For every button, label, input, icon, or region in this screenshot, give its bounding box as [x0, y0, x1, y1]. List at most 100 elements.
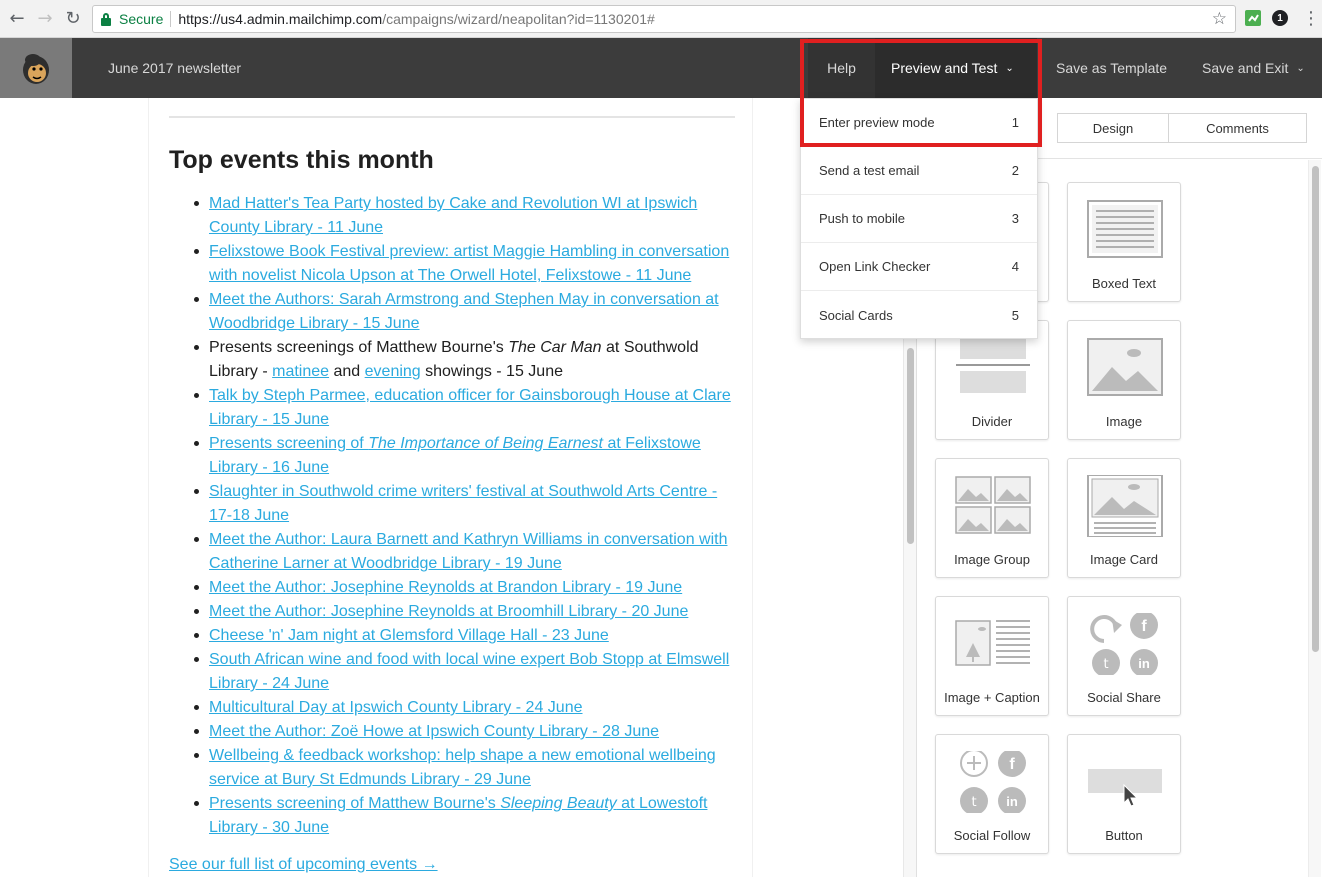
- event-link[interactable]: Meet the Author: Josephine Reynolds at B…: [209, 579, 682, 596]
- event-list-item: Slaughter in Southwold crime writers' fe…: [169, 480, 739, 528]
- event-list-item: Meet the Author: Josephine Reynolds at B…: [169, 600, 739, 624]
- tab-design[interactable]: Design: [1057, 113, 1169, 143]
- menu-item-social-cards[interactable]: Social Cards 5: [801, 291, 1037, 339]
- content-block-button[interactable]: Button: [1067, 734, 1181, 854]
- content-block-image-card[interactable]: Image Card: [1067, 458, 1181, 578]
- event-list-item: Mad Hatter's Tea Party hosted by Cake an…: [169, 192, 739, 240]
- event-link[interactable]: Cheese 'n' Jam night at Glemsford Villag…: [209, 627, 609, 644]
- svg-text:t: t: [971, 795, 976, 810]
- event-link[interactable]: Multicultural Day at Ipswich County Libr…: [209, 699, 583, 716]
- canvas-scroll-thumb[interactable]: [907, 348, 914, 544]
- svg-text:in: in: [1138, 656, 1150, 671]
- menu-item-label: Open Link Checker: [819, 259, 931, 274]
- lock-icon: [100, 12, 112, 26]
- menu-item-send-test-email[interactable]: Send a test email 2: [801, 147, 1037, 195]
- event-link[interactable]: matinee: [272, 363, 329, 380]
- mailchimp-logo[interactable]: [0, 38, 72, 98]
- event-list-item: Meet the Author: Zoë Howe at Ipswich Cou…: [169, 720, 739, 744]
- image-caption-icon: [955, 620, 1030, 666]
- event-link[interactable]: Wellbeing & feedback workshop: help shap…: [209, 747, 716, 788]
- preview-and-test-button[interactable]: Preview and Test ⌄: [875, 38, 1037, 98]
- panel-scrollbar[interactable]: [1308, 160, 1321, 877]
- event-list-item: Felixstowe Book Festival preview: artist…: [169, 240, 739, 288]
- event-list-item: South African wine and food with local w…: [169, 648, 739, 696]
- tab-comments[interactable]: Comments: [1169, 113, 1307, 143]
- block-label: Image + Caption: [944, 690, 1040, 705]
- save-as-template-button[interactable]: Save as Template: [1040, 38, 1183, 98]
- event-list-item: Meet the Authors: Sarah Armstrong and St…: [169, 288, 739, 336]
- content-block-image[interactable]: Image: [1067, 320, 1181, 440]
- menu-item-open-link-checker[interactable]: Open Link Checker 4: [801, 243, 1037, 291]
- menu-item-push-to-mobile[interactable]: Push to mobile 3: [801, 195, 1037, 243]
- menu-item-label: Send a test email: [819, 163, 920, 178]
- event-list-item: Wellbeing & feedback workshop: help shap…: [169, 744, 739, 792]
- save-and-exit-button[interactable]: Save and Exit ⌄: [1186, 38, 1321, 98]
- forward-arrow-icon[interactable]: →: [34, 7, 56, 29]
- menu-item-enter-preview-mode[interactable]: Enter preview mode 1: [801, 99, 1037, 147]
- help-button[interactable]: Help: [808, 38, 875, 98]
- content-block-social-follow[interactable]: f t in Social Follow: [935, 734, 1049, 854]
- email-body[interactable]: Top events this month Mad Hatter's Tea P…: [148, 98, 753, 877]
- block-label: Boxed Text: [1091, 276, 1157, 291]
- save-and-exit-label: Save and Exit: [1202, 60, 1289, 76]
- secure-label: Secure: [119, 11, 164, 27]
- event-link[interactable]: Talk by Steph Parmee, education officer …: [209, 387, 731, 428]
- svg-text:f: f: [1141, 618, 1147, 635]
- event-link[interactable]: Presents screening of: [209, 435, 368, 452]
- event-list-item: Presents screenings of Matthew Bourne's …: [169, 336, 739, 384]
- image-card-icon: [1087, 475, 1163, 537]
- back-arrow-icon[interactable]: ←: [6, 7, 28, 29]
- menu-item-label: Social Cards: [819, 307, 893, 323]
- content-block-boxed-text[interactable]: Boxed Text: [1067, 182, 1181, 302]
- event-text: and: [329, 363, 365, 380]
- event-link[interactable]: evening: [365, 363, 421, 380]
- address-bar[interactable]: Secure https://us4.admin.mailchimp.com/c…: [92, 5, 1236, 33]
- extension-icon[interactable]: [1244, 9, 1262, 27]
- email-canvas: Top events this month Mad Hatter's Tea P…: [0, 98, 903, 877]
- event-link[interactable]: Slaughter in Southwold crime writers' fe…: [209, 483, 717, 524]
- event-list-item: Presents screening of Matthew Bourne's S…: [169, 792, 739, 840]
- see-all-events-link[interactable]: See our full list of upcoming events →: [169, 856, 438, 874]
- preview-and-test-label: Preview and Test: [891, 60, 998, 76]
- panel-tabs: Design Comments: [1057, 113, 1307, 143]
- freddie-logo-icon: [23, 54, 49, 84]
- menu-item-shortcut: 1: [1011, 115, 1019, 130]
- event-link[interactable]: Meet the Author: Laura Barnett and Kathr…: [209, 531, 727, 572]
- url-separator: [170, 11, 172, 27]
- panel-scroll-thumb[interactable]: [1312, 166, 1319, 652]
- event-link[interactable]: Felixstowe Book Festival preview: artist…: [209, 243, 729, 284]
- content-block-social-share[interactable]: f t in Social Share: [1067, 596, 1181, 716]
- extension-badge-icon[interactable]: 1: [1272, 10, 1288, 26]
- block-label: Button: [1105, 828, 1143, 843]
- divider-icon: [956, 337, 1030, 393]
- content-block-image-group[interactable]: Image Group: [935, 458, 1049, 578]
- chevron-down-icon: ⌄: [1005, 62, 1014, 74]
- event-link[interactable]: Mad Hatter's Tea Party hosted by Cake an…: [209, 195, 697, 236]
- event-link[interactable]: Sleeping Beauty: [500, 795, 617, 812]
- event-link[interactable]: The Importance of Being Earnest: [368, 435, 603, 452]
- event-list-item: Multicultural Day at Ipswich County Libr…: [169, 696, 739, 720]
- social-follow-icon: f t in: [960, 751, 1026, 813]
- event-list-item: Cheese 'n' Jam night at Glemsford Villag…: [169, 624, 739, 648]
- event-link[interactable]: South African wine and food with local w…: [209, 651, 729, 692]
- svg-text:t: t: [1103, 657, 1108, 672]
- menu-item-shortcut: 5: [1011, 307, 1019, 323]
- content-block-image-caption[interactable]: Image + Caption: [935, 596, 1049, 716]
- event-text: The Car Man: [508, 339, 602, 356]
- bookmark-star-icon[interactable]: ☆: [1212, 9, 1227, 29]
- button-block-icon: [1088, 769, 1162, 807]
- block-label: Image Group: [954, 552, 1030, 567]
- event-link[interactable]: Meet the Author: Zoë Howe at Ipswich Cou…: [209, 723, 659, 740]
- event-link[interactable]: Meet the Authors: Sarah Armstrong and St…: [209, 291, 719, 332]
- url-path: /campaigns/wizard/neapolitan?id=1130201#: [382, 11, 655, 27]
- event-link[interactable]: Meet the Author: Josephine Reynolds at B…: [209, 603, 688, 620]
- boxed-text-icon: [1087, 200, 1163, 258]
- event-link[interactable]: Presents screening of Matthew Bourne's: [209, 795, 500, 812]
- browser-menu-icon[interactable]: ⋮: [1302, 8, 1320, 29]
- reload-icon[interactable]: ↻: [62, 7, 84, 29]
- campaign-title[interactable]: June 2017 newsletter: [108, 60, 241, 76]
- events-list: Mad Hatter's Tea Party hosted by Cake an…: [169, 192, 739, 840]
- svg-text:f: f: [1009, 756, 1015, 773]
- event-list-item: Talk by Steph Parmee, education officer …: [169, 384, 739, 432]
- menu-item-shortcut: 2: [1011, 163, 1019, 178]
